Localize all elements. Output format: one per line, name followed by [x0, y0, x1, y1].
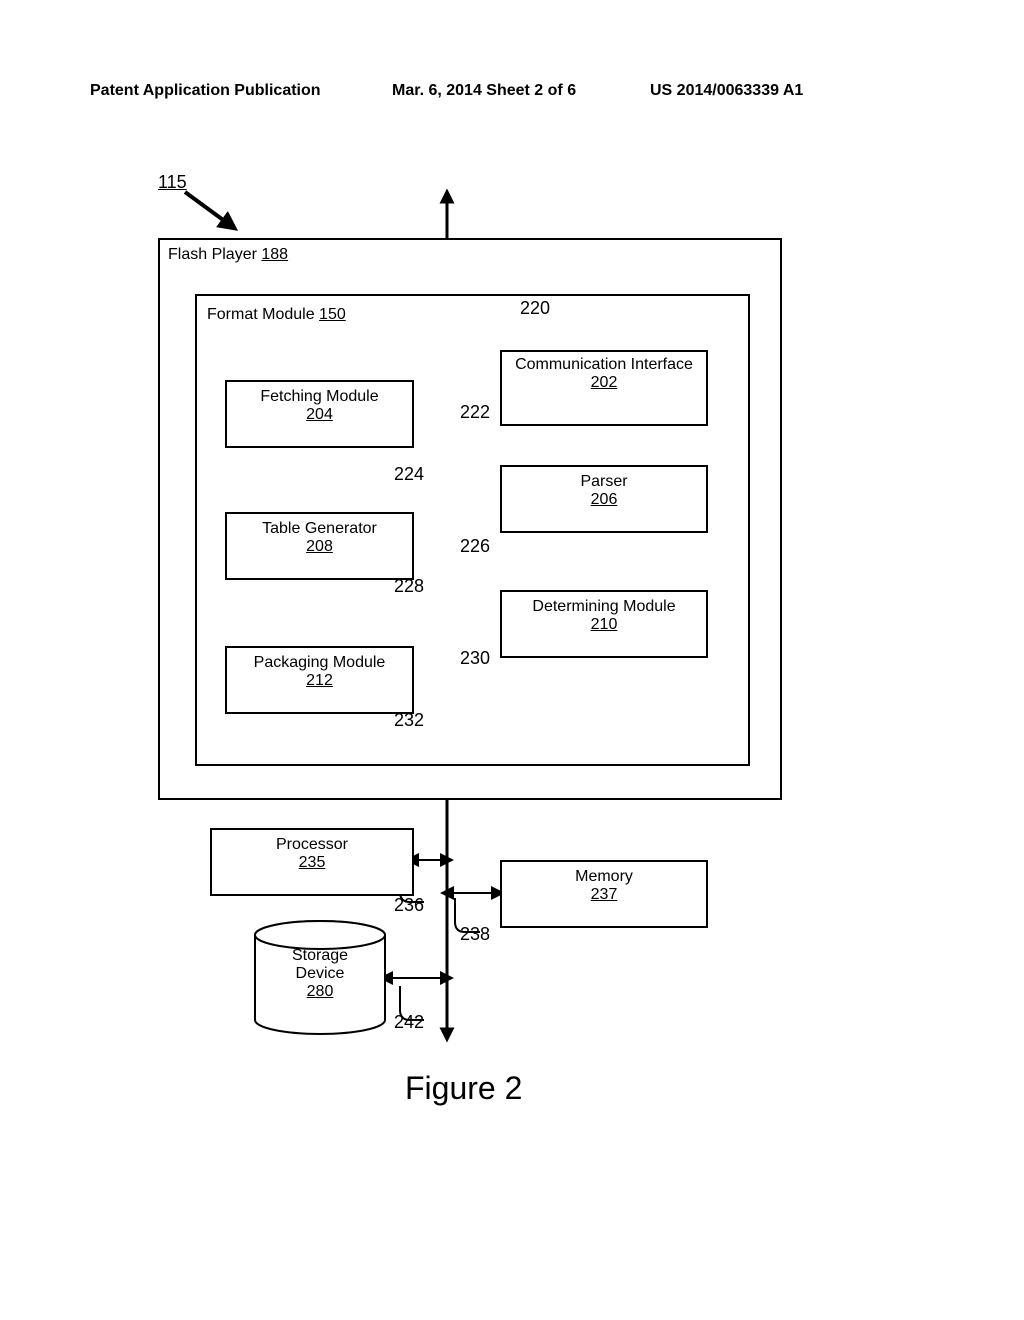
- block-communication-interface: Communication Interface 202: [500, 350, 708, 426]
- block-storage-device: Storage Device 280: [255, 947, 385, 1001]
- conn-238: 238: [460, 924, 490, 945]
- comm-title: Communication Interface: [502, 356, 706, 374]
- block-memory: Memory 237: [500, 860, 708, 928]
- flash-player-title: Flash Player: [168, 246, 257, 263]
- conn-228: 228: [394, 576, 424, 597]
- conn-230: 230: [460, 648, 490, 669]
- tgen-num: 208: [227, 538, 412, 556]
- store-title: Storage Device: [255, 947, 385, 983]
- block-processor: Processor 235: [210, 828, 414, 896]
- page: Patent Application Publication Mar. 6, 2…: [0, 0, 1024, 1320]
- mem-title: Memory: [502, 868, 706, 886]
- det-num: 210: [502, 616, 706, 634]
- comm-num: 202: [502, 374, 706, 392]
- format-module-num: 150: [319, 306, 346, 323]
- figure-caption: Figure 2: [405, 1070, 522, 1107]
- proc-num: 235: [212, 854, 412, 872]
- block-parser: Parser 206: [500, 465, 708, 533]
- parser-num: 206: [502, 491, 706, 509]
- store-title-text: Storage Device: [255, 947, 385, 983]
- system-ref-number: 115: [158, 172, 187, 193]
- tgen-title: Table Generator: [227, 520, 412, 538]
- mem-num: 237: [502, 886, 706, 904]
- parser-title: Parser: [502, 473, 706, 491]
- flash-player-label: Flash Player 188: [168, 246, 288, 264]
- block-table-generator: Table Generator 208: [225, 512, 414, 580]
- conn-232: 232: [394, 710, 424, 731]
- format-module-title: Format Module: [207, 306, 315, 323]
- flash-player-num: 188: [261, 246, 288, 263]
- conn-220: 220: [520, 298, 550, 319]
- proc-title: Processor: [212, 836, 412, 854]
- conn-242: 242: [394, 1012, 424, 1033]
- conn-222: 222: [460, 402, 490, 423]
- conn-226: 226: [460, 536, 490, 557]
- det-title: Determining Module: [502, 598, 706, 616]
- conn-236: 236: [394, 895, 424, 916]
- pkg-num: 212: [227, 672, 412, 690]
- pkg-title: Packaging Module: [227, 654, 412, 672]
- format-module-label: Format Module 150: [207, 306, 346, 324]
- block-determining-module: Determining Module 210: [500, 590, 708, 658]
- store-num: 280: [255, 983, 385, 1001]
- fetch-title: Fetching Module: [227, 388, 412, 406]
- conn-224: 224: [394, 464, 424, 485]
- fetch-num: 204: [227, 406, 412, 424]
- block-fetching-module: Fetching Module 204: [225, 380, 414, 448]
- block-packaging-module: Packaging Module 212: [225, 646, 414, 714]
